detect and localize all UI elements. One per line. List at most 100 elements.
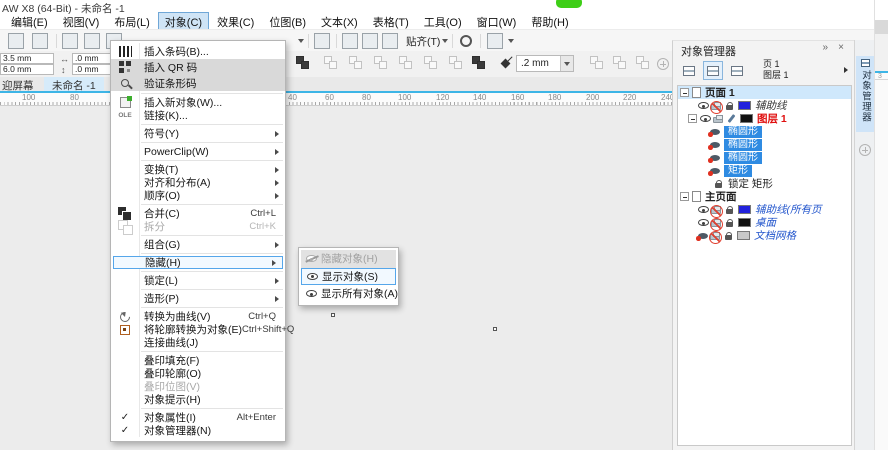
docker-flyout-arrow-icon[interactable] [844,67,848,73]
menu-item-links[interactable]: OLE 链接(K)... [111,109,285,122]
tree-row-document-grid[interactable]: 文档网格 [678,229,851,242]
show-object-properties-button[interactable] [679,61,699,80]
collapse-expander-icon[interactable] [688,114,697,123]
add-docker-icon[interactable] [859,144,871,156]
collapse-expander-icon[interactable] [680,88,689,97]
layer-manager-view-button[interactable] [727,61,747,80]
menu-item-group[interactable]: 组合(G) [111,238,285,251]
simplify-icon[interactable] [399,56,415,72]
visibility-eye-icon[interactable] [698,219,709,226]
intersect-icon[interactable] [374,56,390,72]
docker-collapse-icon[interactable]: » [822,43,828,53]
snap-to-caret-icon[interactable] [442,39,448,43]
canvas-object-dot[interactable] [331,313,335,317]
layer-color-chip[interactable] [738,205,751,214]
hidden-object-eye-icon[interactable] [710,142,720,148]
combine-tool-icon[interactable] [296,56,312,72]
submenu-item-show-objects[interactable]: 显示对象(S) [301,268,396,286]
back-minus-front-icon[interactable] [449,56,465,72]
menu-item-align-distribute[interactable]: 对齐和分布(A) [111,176,285,189]
outline-width-caret-icon[interactable] [560,56,573,71]
print-icon[interactable] [32,33,48,49]
width-arrow-icon: ↔ [60,54,69,64]
quick-customize-icon[interactable] [657,58,669,70]
print-disabled-icon[interactable] [711,208,721,214]
menu-item-insert-barcode[interactable]: 插入条码(B)... [111,43,285,59]
lock-icon[interactable] [726,209,733,214]
snap-option-3-icon[interactable] [636,56,652,72]
layer-color-chip[interactable] [738,218,751,227]
tree-row-layer1[interactable]: 图层 1 [678,112,851,125]
print-disabled-icon[interactable] [710,234,720,240]
menu-item-lock[interactable]: 锁定(L) [111,274,285,287]
tree-row-locked-rectangle[interactable]: 锁定 矩形 [678,177,851,190]
create-boundary-icon[interactable] [472,56,488,72]
menu-item-object-manager[interactable]: ✓ 对象管理器(N) [111,424,285,437]
menu-separator [141,160,283,161]
front-minus-back-icon[interactable] [424,56,440,72]
layer-color-chip[interactable] [738,101,751,110]
canvas-object-dot[interactable] [493,327,497,331]
lock-icon[interactable] [726,222,733,227]
snap-option-1-icon[interactable] [590,56,606,72]
application-launcher-icon[interactable] [487,33,503,49]
weld-icon[interactable] [324,56,340,72]
ole-icon: OLE [118,112,131,119]
zoom-level-caret-icon[interactable] [298,39,304,43]
menu-item-order[interactable]: 顺序(O) [111,189,285,202]
show-guidelines-icon[interactable] [382,33,398,49]
menu-item-insert-qr[interactable]: 插入 QR 码 [111,59,285,75]
tree-row-ellipse-1[interactable]: 椭圆形 [678,125,851,138]
menu-item-validate-barcode[interactable]: 验证条形码 [111,75,285,91]
docker-close-icon[interactable]: × [838,43,844,53]
visibility-eye-icon[interactable] [698,206,709,213]
menu-item-powerclip[interactable]: PowerClip(W) [111,145,285,158]
trim-icon[interactable] [349,56,365,72]
current-page-layer-indicator: 页 1 图层 1 [763,59,789,81]
layer-color-chip[interactable] [740,114,753,123]
show-grid-icon[interactable] [362,33,378,49]
lock-icon[interactable] [715,183,722,188]
print-disabled-icon[interactable] [711,104,721,110]
print-disabled-icon[interactable] [711,221,721,227]
hidden-object-eye-icon[interactable] [710,129,720,135]
menu-separator [141,351,283,352]
collapse-expander-icon[interactable] [680,192,689,201]
fullscreen-preview-icon[interactable] [314,33,330,49]
lock-icon[interactable] [726,105,733,110]
object-manager-side-tab[interactable]: 对象管理器 [856,56,874,132]
object-y-field[interactable]: 6.0 mm [0,64,54,75]
menu-item-shaping[interactable]: 造形(P) [111,292,285,305]
submenu-item-show-all-objects[interactable]: 显示所有对象(A) [301,285,396,303]
copy-icon[interactable] [84,33,100,49]
menu-item-symbol[interactable]: 符号(Y) [111,127,285,140]
hidden-object-eye-icon[interactable] [710,168,720,174]
visibility-eye-icon[interactable] [700,115,711,122]
tab-untitled-1[interactable]: 未命名 -1 [44,77,104,91]
outline-width-combo[interactable]: .2 mm [516,55,574,72]
menu-item-join-curves[interactable]: 连接曲线(J) [111,336,285,349]
snap-option-2-icon[interactable] [613,56,629,72]
hidden-object-eye-icon[interactable] [710,155,720,161]
tree-row-ellipse-3[interactable]: 椭圆形 [678,151,851,164]
cut-icon[interactable] [62,33,78,49]
visibility-eye-icon[interactable] [698,102,709,109]
save-icon[interactable] [8,33,24,49]
tree-row-ellipse-2[interactable]: 椭圆形 [678,138,851,151]
print-enabled-icon[interactable] [713,117,723,123]
object-x-field[interactable]: 3.5 mm [0,53,54,64]
edit-across-layers-button[interactable] [703,61,723,80]
snap-to-dropdown[interactable]: 贴齐(T) [406,34,440,49]
menu-item-combine[interactable]: 合并(C) Ctrl+L [111,207,285,220]
menu-item-insert-new-object[interactable]: 插入新对象(W)... [111,96,285,109]
show-rulers-icon[interactable] [342,33,358,49]
layer-color-chip[interactable] [737,231,750,240]
menu-item-hide[interactable]: 隐藏(H) [113,256,283,269]
hidden-object-eye-icon[interactable] [698,233,708,239]
lock-icon[interactable] [725,235,732,240]
launcher-caret-icon[interactable] [508,39,514,43]
edit-pencil-icon[interactable] [728,114,736,123]
options-gear-icon[interactable] [460,35,472,47]
menu-item-object-hinting[interactable]: 对象提示(H) [111,393,285,406]
tab-welcome-screen[interactable]: 迎屏幕 [0,77,42,91]
